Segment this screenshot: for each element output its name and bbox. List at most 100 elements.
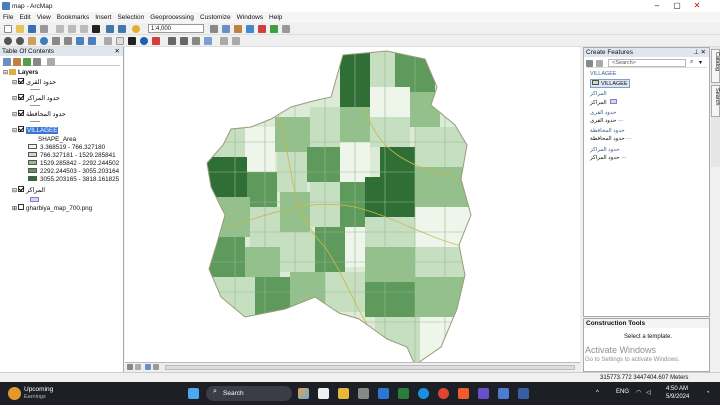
- tray-chevron-icon[interactable]: ^: [596, 390, 599, 396]
- toc-layer-village-boundaries[interactable]: ⊟ حدود القرى: [12, 78, 56, 87]
- zoom-out-icon[interactable]: [16, 37, 24, 45]
- data-view-icon[interactable]: [127, 364, 133, 370]
- close-icon[interactable]: ✕: [701, 48, 706, 57]
- fixed-zoom-in-icon[interactable]: [52, 37, 60, 45]
- menu-file[interactable]: File: [3, 14, 13, 21]
- choropleth-map[interactable]: [125, 47, 580, 366]
- measure-icon[interactable]: [192, 37, 200, 45]
- map-view[interactable]: [125, 47, 580, 366]
- file-explorer-icon[interactable]: [338, 388, 349, 399]
- toc-layer-centers[interactable]: ⊟ المراكز: [12, 186, 45, 195]
- menu-insert[interactable]: Insert: [95, 14, 111, 21]
- refresh-icon[interactable]: [145, 364, 151, 370]
- zoom-in-icon[interactable]: [4, 37, 12, 45]
- time-slider-icon[interactable]: [204, 37, 212, 45]
- template-item-village-boundaries[interactable]: حدود القرى —: [590, 118, 623, 124]
- list-by-drawing-order-icon[interactable]: [3, 58, 11, 66]
- hyperlink-icon[interactable]: [152, 37, 160, 45]
- layout-view-icon[interactable]: [135, 364, 141, 370]
- options-icon[interactable]: ▾: [699, 59, 702, 66]
- menu-geoprocessing[interactable]: Geoprocessing: [150, 14, 194, 21]
- viewer-icon[interactable]: [220, 37, 228, 45]
- horizontal-scrollbar[interactable]: [165, 365, 575, 370]
- template-search-input[interactable]: <Search>: [608, 59, 686, 67]
- select-elements-icon[interactable]: [128, 37, 136, 45]
- template-item-centers[interactable]: المراكز: [590, 99, 617, 106]
- toc-layer-governorate-boundary[interactable]: ⊟ حدود المحافظة: [12, 110, 66, 119]
- find-icon[interactable]: [168, 37, 176, 45]
- catalog-window-icon[interactable]: [234, 25, 242, 33]
- save-icon[interactable]: [28, 25, 36, 33]
- weather-icon[interactable]: [8, 387, 21, 400]
- toc-options-icon[interactable]: [47, 58, 55, 66]
- widgets-icon[interactable]: [298, 388, 309, 399]
- draw-icon[interactable]: [232, 37, 240, 45]
- arcmap-taskbar-icon[interactable]: [498, 388, 509, 399]
- toc-layer-center-boundaries[interactable]: ⊟ حدود المراكز: [12, 94, 60, 103]
- filter-icon[interactable]: [596, 60, 603, 67]
- go-forward-icon[interactable]: [88, 37, 96, 45]
- list-by-source-icon[interactable]: [13, 58, 21, 66]
- list-by-visibility-icon[interactable]: [23, 58, 31, 66]
- list-by-selection-icon[interactable]: [33, 58, 41, 66]
- word-icon[interactable]: [518, 388, 529, 399]
- full-extent-icon[interactable]: [40, 37, 48, 45]
- paste-icon[interactable]: [80, 25, 88, 33]
- template-item-villagee[interactable]: VILLAGEE: [590, 79, 630, 88]
- layer-visibility-checkbox[interactable]: [18, 126, 24, 133]
- cut-icon[interactable]: [56, 25, 64, 33]
- template-item-governorate-boundary[interactable]: حدود المحافظة —: [590, 136, 632, 142]
- menu-customize[interactable]: Customize: [200, 14, 231, 21]
- taskbar-search[interactable]: ⌕ Search: [206, 386, 292, 401]
- identify-icon[interactable]: [140, 37, 148, 45]
- layer-visibility-checkbox[interactable]: [18, 186, 24, 193]
- pan-icon[interactable]: [28, 37, 36, 45]
- goto-xy-icon[interactable]: [180, 37, 188, 45]
- search-window-icon[interactable]: [246, 25, 254, 33]
- redo-icon[interactable]: [118, 25, 126, 33]
- widget-title[interactable]: Upcoming: [24, 386, 53, 393]
- editor-toolbar-icon[interactable]: [210, 25, 218, 33]
- delete-icon[interactable]: [92, 25, 100, 33]
- layer-visibility-checkbox[interactable]: [18, 94, 24, 101]
- open-icon[interactable]: [16, 25, 24, 33]
- scale-box[interactable]: 1:4,000: [148, 24, 204, 33]
- settings-icon[interactable]: [358, 388, 369, 399]
- notification-bell-icon[interactable]: ◔: [706, 390, 710, 396]
- layer-visibility-checkbox[interactable]: [18, 110, 24, 117]
- template-item-center-boundaries[interactable]: حدود المراكز —: [590, 155, 627, 161]
- toc-close-icon[interactable]: ✕: [115, 47, 120, 56]
- select-features-icon[interactable]: [104, 37, 112, 45]
- fixed-zoom-out-icon[interactable]: [64, 37, 72, 45]
- python-icon[interactable]: [270, 25, 278, 33]
- task-view-icon[interactable]: [318, 388, 329, 399]
- layer-visibility-checkbox[interactable]: [18, 78, 24, 85]
- search-tab[interactable]: Search: [711, 85, 720, 117]
- notification-app-icon[interactable]: [458, 388, 469, 399]
- add-data-icon[interactable]: [132, 25, 140, 33]
- go-back-icon[interactable]: [76, 37, 84, 45]
- clear-selection-icon[interactable]: [116, 37, 124, 45]
- edge-icon[interactable]: [378, 388, 389, 399]
- close-button[interactable]: ✕: [688, 0, 706, 12]
- new-icon[interactable]: [4, 25, 12, 33]
- language-indicator[interactable]: ENG: [616, 389, 629, 395]
- clock-time[interactable]: 4:50 AM: [666, 386, 688, 392]
- app-icon[interactable]: [398, 388, 409, 399]
- start-icon[interactable]: [188, 388, 199, 399]
- search-icon[interactable]: ⌕: [690, 59, 693, 66]
- layers-group[interactable]: ⊟ Layers: [3, 69, 38, 77]
- toc-window-icon[interactable]: [222, 25, 230, 33]
- toc-layer-raster[interactable]: ⊞ gharbiya_map_700.png: [12, 204, 92, 213]
- organize-templates-icon[interactable]: [586, 60, 593, 67]
- chrome-icon[interactable]: [438, 388, 449, 399]
- toc-layer-villagee[interactable]: ⊟ VILLAGEE: [12, 126, 59, 135]
- menu-help[interactable]: Help: [269, 14, 282, 21]
- menu-selection[interactable]: Selection: [117, 14, 144, 21]
- arctoolbox-icon[interactable]: [258, 25, 266, 33]
- minimize-button[interactable]: –: [648, 0, 666, 12]
- volume-icon[interactable]: ◁: [646, 389, 651, 396]
- menu-windows[interactable]: Windows: [237, 14, 263, 21]
- print-icon[interactable]: [40, 25, 48, 33]
- copy-icon[interactable]: [68, 25, 76, 33]
